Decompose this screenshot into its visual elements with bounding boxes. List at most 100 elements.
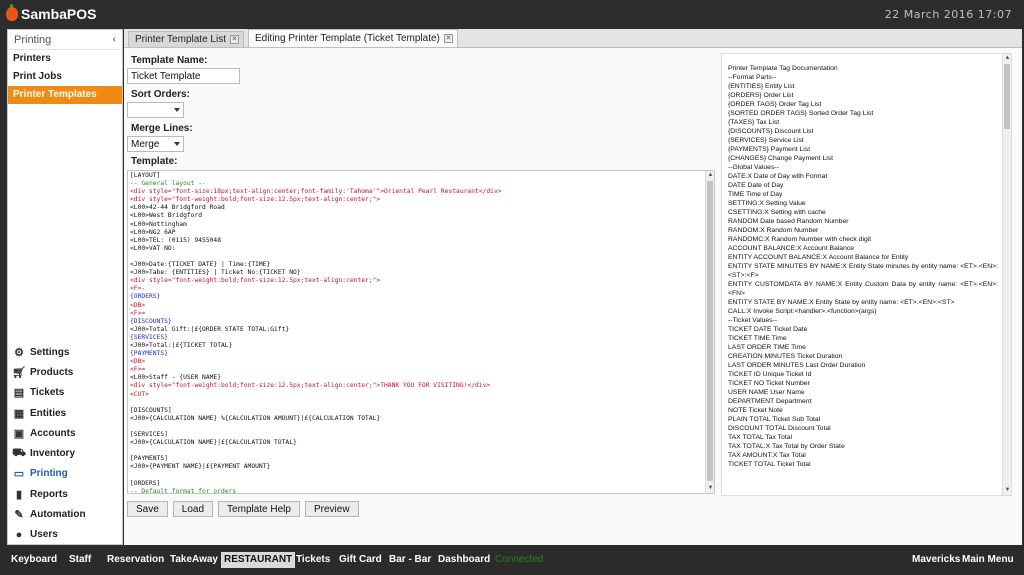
scroll-up-icon[interactable]: ▲ (1004, 55, 1011, 62)
doc-line: CREATION MINUTES Ticket Duration (728, 353, 843, 360)
nav-item-reports[interactable]: ▮ Reports (8, 484, 124, 504)
scroll-thumb[interactable] (1004, 64, 1010, 129)
code-line: <L00>West Bridgford (130, 212, 203, 220)
preview-button[interactable]: Preview (304, 501, 359, 517)
code-line: <L00>42-44 Bridgford Road (130, 204, 225, 212)
doc-line: DATE:X Date of Day with Format (728, 173, 828, 180)
bottom-bar-button-restaurant[interactable]: RESTAURANT (221, 552, 296, 568)
user-icon: ● (15, 528, 23, 541)
merge-lines-select[interactable]: Merge (127, 136, 184, 152)
truck-icon: ⛟ (12, 446, 26, 459)
template-editor: Template Name: Ticket Template Sort Orde… (124, 47, 1022, 545)
code-line: <J00>Tabe: {ENTITIES} | Ticket No:{TICKE… (130, 269, 301, 277)
ledger-icon: ▣ (13, 427, 25, 440)
save-button[interactable]: Save (127, 501, 168, 517)
bottom-bar-button-tickets[interactable]: Tickets (293, 552, 333, 568)
code-line: <L00>TEL: (0115) 9455048 (130, 236, 221, 244)
doc-line: RANDOM:X Random Number (728, 227, 819, 234)
scroll-down-icon[interactable]: ▼ (707, 485, 714, 492)
template-code-editor[interactable]: [LAYOUT] -- General layout -- <div style="… (127, 170, 715, 494)
scroll-up-icon[interactable]: ▲ (707, 172, 714, 179)
load-button[interactable]: Load (172, 501, 214, 517)
bottom-bar: Keyboard Staff Reservation TakeAway RESTAURA… (0, 545, 1024, 575)
nav-item-printing[interactable]: ▭ Printing (8, 464, 124, 484)
sidebar-item-printer-templates[interactable]: Printer Templates (8, 86, 122, 104)
docs-scrollbar[interactable]: ▲ ▼ (1002, 54, 1011, 495)
code-line: <F>- (130, 285, 146, 293)
doc-line: {ORDERS} Order List (728, 92, 794, 99)
doc-line: ENTITY STATE BY NAME:X Entity State by e… (728, 299, 955, 306)
code-line: [SERVICES] (130, 431, 168, 438)
tab-editing-printer-template[interactable]: Editing Printer Template (Ticket Templat… (247, 29, 458, 47)
template-name-input[interactable]: Ticket Template (127, 68, 240, 84)
nav-item-entities[interactable]: ▦ Entities (8, 403, 124, 423)
code-scrollbar[interactable]: ▲ ▼ (705, 171, 714, 493)
code-line: [PAYMENTS] (130, 455, 168, 463)
sidebar-item-printers[interactable]: Printers (8, 50, 122, 68)
nav-item-settings[interactable]: ⚙ Settings (8, 342, 124, 362)
tab-printer-template-list[interactable]: Printer Template List ✕ (128, 31, 244, 47)
nav-label: Entities (30, 407, 67, 419)
nav-label: Automation (30, 509, 86, 521)
code-line: <J00>{CALCULATION NAME}|£{CALCULATION TO… (130, 439, 297, 447)
section-title: Printing (14, 33, 52, 46)
code-line: <J00>Date:{TICKET DATE} | Time:{TIME} (130, 261, 271, 269)
content-area: Printer Template List ✕ Editing Printer … (124, 29, 1022, 545)
code-line: <DB> (130, 358, 146, 366)
code-line: <div style="font-weight:bold;font-size:1… (130, 277, 381, 285)
close-icon[interactable]: ✕ (443, 34, 453, 43)
doc-line: NOTE Ticket Note (728, 407, 783, 414)
code-line: [DISCOUNTS] (130, 406, 172, 414)
nav-item-inventory[interactable]: ⛟ Inventory (8, 443, 124, 463)
sidebar-item-print-jobs[interactable]: Print Jobs (8, 68, 122, 86)
code-line: {PAYMENTS} (130, 350, 168, 358)
main-nav: ⚙ Settings 🛒︎ Products ▤ Tickets ▦ Entities … (8, 342, 124, 545)
code-line: <L00>NG2 6AP (130, 228, 176, 236)
doc-line: TAX TOTAL Tax Total (728, 434, 792, 441)
bottom-bar-button-keyboard[interactable]: Keyboard (8, 552, 60, 568)
bottom-bar-button-dashboard[interactable]: Dashboard (435, 552, 493, 568)
chevron-down-icon (174, 108, 180, 112)
bottom-bar-button-main-menu[interactable]: Main Menu (959, 552, 1017, 568)
bottom-bar-button-bar-bar[interactable]: Bar - Bar (386, 552, 434, 568)
doc-line: {PAYMENTS} Payment List (728, 146, 811, 153)
doc-line: TICKET DATE Ticket Date (728, 326, 808, 333)
logo-icon (6, 4, 18, 21)
nav-item-tickets[interactable]: ▤ Tickets (8, 383, 124, 403)
nav-item-accounts[interactable]: ▣ Accounts (8, 423, 124, 443)
nav-label: Accounts (30, 427, 76, 439)
chevron-left-icon[interactable]: ‹ (113, 34, 116, 45)
doc-line: TAX TOTAL:X Tax Total by Order State (728, 443, 845, 450)
template-help-button[interactable]: Template Help (218, 501, 300, 517)
doc-line: TAX AMOUNT:X Tax Total (728, 452, 806, 459)
doc-line: Printer Template Tag Documentation (728, 65, 838, 72)
template-code-text[interactable]: [LAYOUT] -- General layout -- <div style="… (130, 172, 706, 493)
bottom-bar-button-reservation[interactable]: Reservation (104, 552, 167, 568)
scroll-thumb[interactable] (707, 181, 713, 481)
nav-item-products[interactable]: 🛒︎ Products (8, 362, 124, 382)
close-icon[interactable]: ✕ (229, 35, 239, 44)
doc-line: DISCOUNT TOTAL Discount Total (728, 425, 831, 432)
section-header[interactable]: Printing ‹ (8, 30, 122, 50)
doc-line: TICKET ID Unique Ticket Id (728, 371, 812, 378)
bottom-bar-button-gift-card[interactable]: Gift Card (336, 552, 385, 568)
clock: 22 March 2016 17:07 (884, 8, 1012, 21)
doc-line: {DISCOUNTS} Discount List (728, 128, 814, 135)
connection-status: Connected (495, 554, 544, 565)
template-label: Template: (131, 156, 178, 167)
code-line: <L00>VAT NO: (130, 244, 176, 252)
wrench-icon: ✎ (14, 509, 24, 522)
bottom-bar-button-mavericks[interactable]: Mavericks (909, 552, 963, 568)
bottom-bar-button-staff[interactable]: Staff (66, 552, 94, 568)
nav-item-automation[interactable]: ✎ Automation (8, 504, 124, 524)
scroll-down-icon[interactable]: ▼ (1004, 487, 1011, 494)
nav-item-users[interactable]: ● Users (8, 525, 124, 545)
doc-line: ENTITY ACCOUNT BALANCE:X Account Balance… (728, 254, 909, 261)
code-line: <F>= (130, 366, 146, 374)
sort-orders-select[interactable] (127, 102, 184, 118)
bottom-bar-button-takeaway[interactable]: TakeAway (167, 552, 221, 568)
doc-line: {ORDER TAGS} Order Tag List (728, 101, 822, 108)
grid-icon: ▦ (13, 407, 25, 420)
